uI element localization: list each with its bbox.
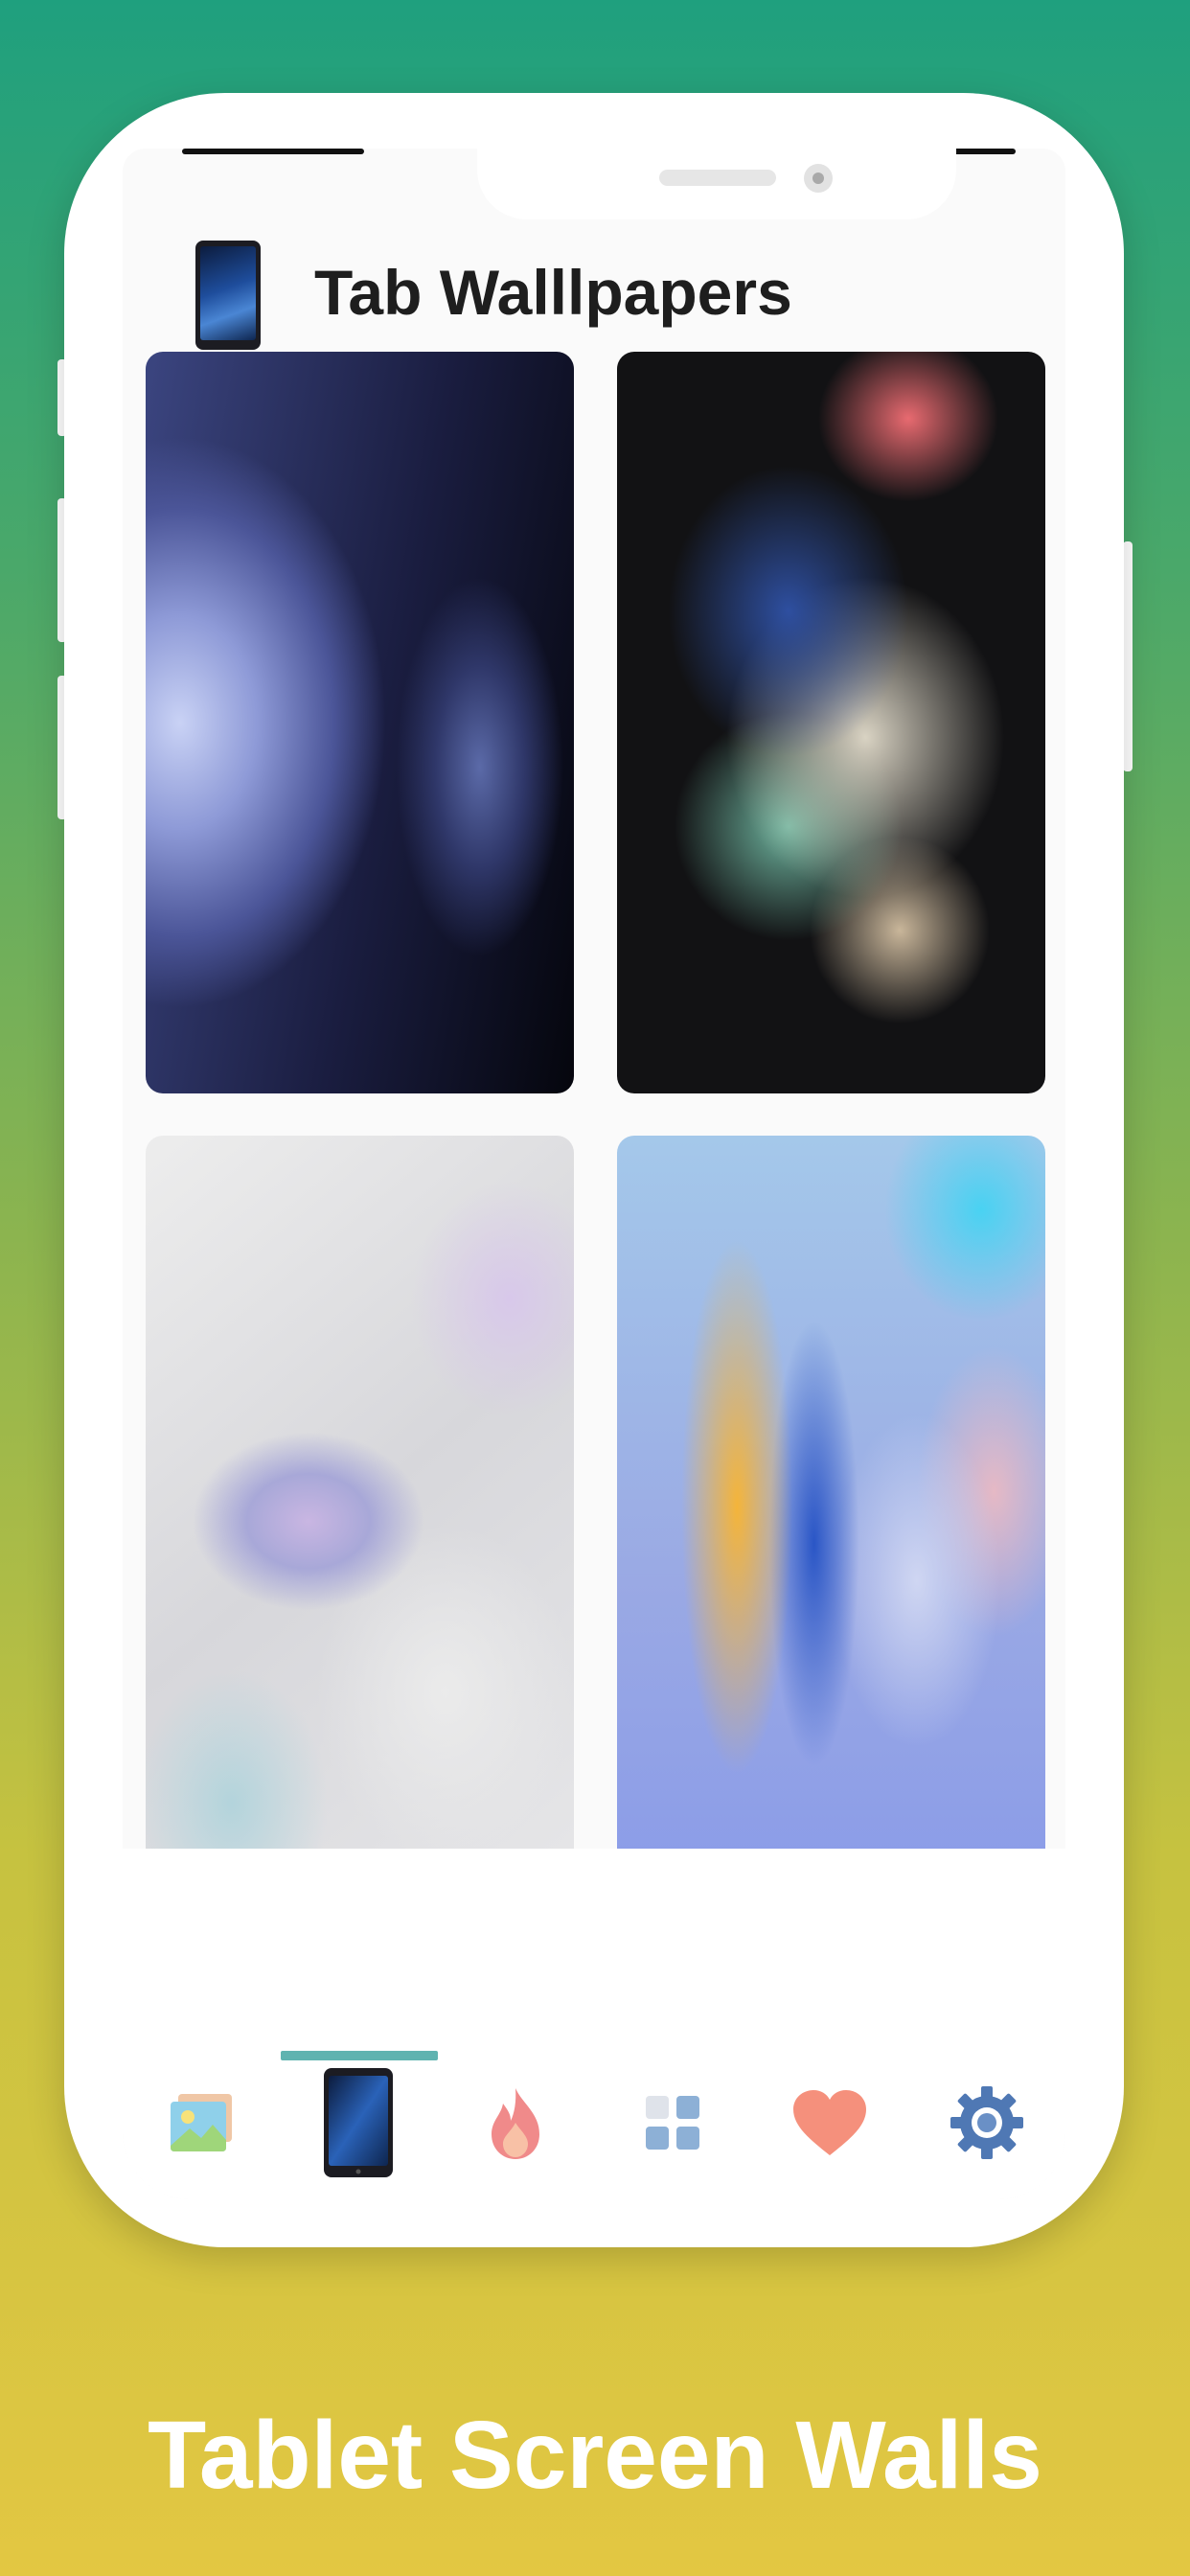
wallpaper-grid[interactable] xyxy=(146,352,1046,1849)
nav-item-gallery[interactable] xyxy=(124,2051,279,2195)
categories-icon xyxy=(646,2096,699,2150)
heart-icon xyxy=(793,2090,866,2155)
gear-icon xyxy=(950,2086,1023,2159)
nav-item-settings[interactable] xyxy=(909,2051,1064,2195)
bottom-navigation xyxy=(123,2051,1065,2195)
speaker-grille xyxy=(659,170,776,186)
promo-tagline: Tablet Screen Walls xyxy=(148,2402,1042,2509)
phone-power-button xyxy=(1123,541,1133,771)
wallpaper-tile[interactable] xyxy=(617,1136,1045,1849)
nav-item-categories[interactable] xyxy=(595,2051,750,2195)
nav-item-tablet[interactable] xyxy=(281,2051,436,2195)
status-bar-left xyxy=(182,149,364,154)
page-title: Tab Walllpapers xyxy=(314,257,792,328)
app-screen: Tab Walllpapers xyxy=(123,149,1065,2199)
fire-icon xyxy=(492,2088,539,2159)
tablet-icon xyxy=(195,241,261,350)
phone-notch xyxy=(477,149,956,219)
front-camera xyxy=(804,164,833,193)
wallpaper-tile[interactable] xyxy=(617,352,1045,1093)
wallpaper-tile[interactable] xyxy=(146,1136,574,1849)
wallpaper-tile[interactable] xyxy=(146,352,574,1093)
tablet-icon xyxy=(324,2068,393,2177)
nav-item-trending[interactable] xyxy=(438,2051,593,2195)
gallery-icon xyxy=(171,2094,232,2151)
nav-item-favorites[interactable] xyxy=(752,2051,907,2195)
